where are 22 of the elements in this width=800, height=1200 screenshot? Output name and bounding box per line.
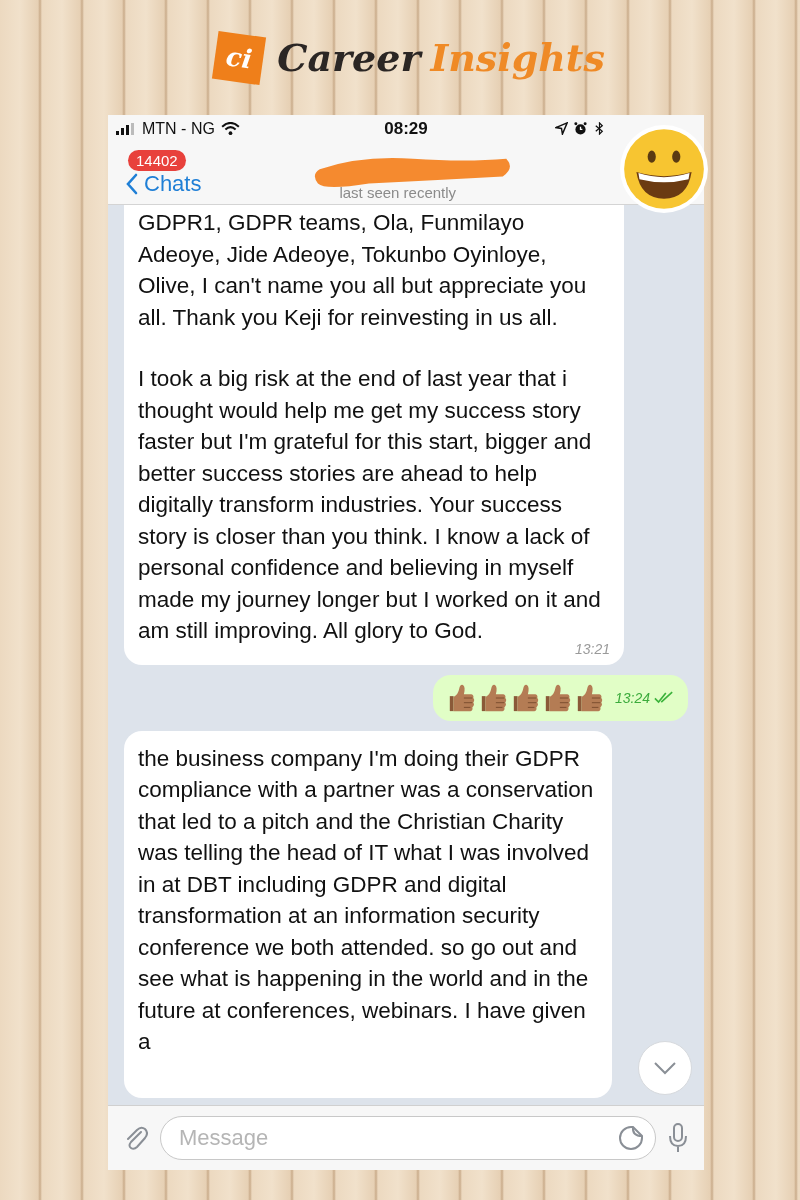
- location-icon: [555, 122, 568, 135]
- signal-icon: [116, 122, 136, 135]
- microphone-icon[interactable]: [668, 1123, 688, 1153]
- wifi-icon: [220, 122, 240, 135]
- message-input[interactable]: Message: [160, 1116, 656, 1160]
- alarm-icon: [574, 122, 587, 135]
- chevron-down-icon: [653, 1061, 677, 1075]
- message-text: the business company I'm doing their GDPR compliance with a partner was a conservation that led to a pitch and the Christian Charity was telling the head of IT what I was involved in at DBT including GDPR and digital transformation at an information security conference we both attended. so go out and see what is happening in the world and in the future at conferences, webinars. I have given a: [138, 744, 595, 1056]
- attach-icon[interactable]: [124, 1124, 148, 1152]
- back-chevron-icon: [126, 172, 138, 195]
- logo-mark: ci: [212, 30, 267, 85]
- contact-status: last seen recently: [339, 184, 457, 201]
- message-text: GDPR1, GDPR teams, Ola, Funmilayo Adeoye, Jide Adeoye, Tokunbo Oyinloye, Olive, I can't name you all but appreciate you all. Thank you Keji for reinvesting in us all.: [138, 209, 588, 332]
- logo-text: Insights: [430, 35, 605, 80]
- unread-badge: 14402: [128, 149, 186, 171]
- back-button[interactable]: Chats: [126, 170, 202, 197]
- carrier-name: MTN - NG: [142, 119, 215, 138]
- sticker-icon[interactable]: [618, 1125, 644, 1151]
- status-time: 08:29: [384, 118, 428, 139]
- message-time: 13:24: [614, 689, 650, 706]
- logo-text: Career: [277, 35, 421, 80]
- bluetooth-icon: [593, 122, 606, 135]
